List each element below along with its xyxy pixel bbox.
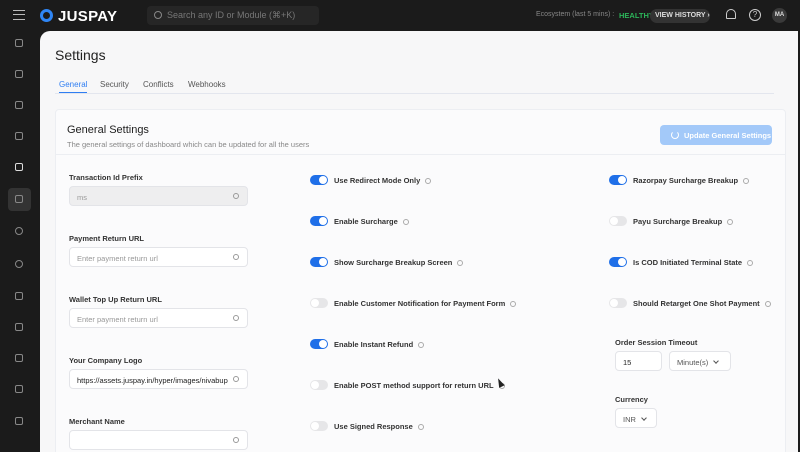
info-icon bbox=[233, 376, 239, 382]
brand-name: JUSPAY bbox=[58, 8, 118, 25]
search-placeholder: Search any ID or Module (⌘+K) bbox=[167, 10, 296, 20]
info-icon bbox=[417, 424, 424, 431]
tab-webhooks[interactable]: Webhooks bbox=[188, 80, 226, 89]
currency-select[interactable]: INR bbox=[615, 408, 657, 428]
bell-icon[interactable] bbox=[726, 9, 736, 19]
toggle-instant-refund[interactable] bbox=[310, 339, 328, 349]
field-label: Wallet Top Up Return URL bbox=[69, 295, 162, 304]
tab-general[interactable]: General bbox=[59, 80, 88, 93]
main-content: Settings General Security Conflicts Webh… bbox=[40, 31, 798, 452]
field-label: Your Company Logo bbox=[69, 356, 143, 365]
company-logo-input[interactable]: https://assets.juspay.in/hyper/images/ni… bbox=[69, 369, 248, 389]
toggle-label: Enable Surcharge bbox=[334, 217, 409, 226]
sidebar-icon[interactable] bbox=[15, 354, 23, 362]
order-session-label: Order Session Timeout bbox=[615, 338, 698, 347]
info-icon bbox=[747, 260, 754, 267]
timeout-unit-select[interactable]: Minute(s) bbox=[669, 351, 731, 371]
sidebar-icon[interactable] bbox=[15, 70, 23, 78]
currency-label: Currency bbox=[615, 395, 648, 404]
sidebar-icon[interactable] bbox=[15, 39, 23, 47]
toggle-payu-surcharge[interactable] bbox=[609, 216, 627, 226]
sidebar-settings-icon[interactable] bbox=[15, 163, 23, 171]
toggle-label: Should Retarget One Shot Payment bbox=[633, 299, 771, 308]
payment-return-url-input[interactable]: Enter payment return url bbox=[69, 247, 248, 267]
info-icon bbox=[425, 178, 432, 185]
info-icon bbox=[418, 342, 425, 349]
info-icon bbox=[402, 219, 409, 226]
order-session-timeout-input[interactable]: 15 bbox=[615, 351, 662, 371]
field-label: Payment Return URL bbox=[69, 234, 145, 243]
input-value: https://assets.juspay.in/hyper/images/ni… bbox=[77, 376, 228, 385]
info-icon bbox=[743, 178, 750, 185]
toggle-label: Is COD Initiated Terminal State bbox=[633, 258, 754, 267]
sidebar bbox=[0, 31, 40, 452]
sidebar-icon[interactable] bbox=[15, 292, 23, 300]
toggle-signed-response[interactable] bbox=[310, 421, 328, 431]
toggle-razorpay-surcharge[interactable] bbox=[609, 175, 627, 185]
juspay-logo-icon bbox=[40, 9, 53, 22]
menu-icon[interactable] bbox=[13, 10, 25, 20]
input-placeholder: Enter payment return url bbox=[77, 315, 158, 324]
toggle-label: Enable POST method support for return UR… bbox=[334, 381, 505, 390]
update-button-label: Update General Settings bbox=[684, 131, 772, 140]
sidebar-icon[interactable] bbox=[15, 260, 23, 268]
sidebar-icon[interactable] bbox=[15, 132, 23, 140]
tab-security[interactable]: Security bbox=[100, 80, 129, 89]
info-icon bbox=[233, 193, 239, 199]
info-icon bbox=[510, 301, 517, 308]
toggle-label: Show Surcharge Breakup Screen bbox=[334, 258, 464, 267]
card-subtitle: The general settings of dashboard which … bbox=[67, 140, 310, 149]
toggle-enable-surcharge[interactable] bbox=[310, 216, 328, 226]
sidebar-icon[interactable] bbox=[15, 385, 23, 393]
toggle-label: Use Redirect Mode Only bbox=[334, 176, 432, 185]
merchant-name-input[interactable] bbox=[69, 430, 248, 450]
search-icon bbox=[154, 11, 162, 19]
sidebar-icon[interactable] bbox=[15, 195, 23, 203]
toggle-retarget-one-shot[interactable] bbox=[609, 298, 627, 308]
input-placeholder: Enter payment return url bbox=[77, 254, 158, 263]
chevron-down-icon bbox=[713, 358, 720, 364]
sidebar-icon[interactable] bbox=[15, 101, 23, 109]
info-icon bbox=[233, 315, 239, 321]
toggle-post-method-return-url[interactable] bbox=[310, 380, 328, 390]
info-icon bbox=[233, 254, 239, 260]
sidebar-icon[interactable] bbox=[15, 417, 23, 425]
avatar[interactable]: MA bbox=[772, 8, 787, 23]
sidebar-icon[interactable] bbox=[15, 323, 23, 331]
toggle-label: Razorpay Surcharge Breakup bbox=[633, 176, 750, 185]
general-settings-card: General Settings The general settings of… bbox=[55, 109, 786, 452]
info-icon bbox=[233, 437, 239, 443]
wallet-top-up-return-url-input[interactable]: Enter payment return url bbox=[69, 308, 248, 328]
info-icon bbox=[764, 301, 771, 308]
field-label: Transaction Id Prefix bbox=[69, 173, 143, 182]
ecosystem-status: HEALTHY bbox=[619, 11, 654, 20]
tabs: General Security Conflicts Webhooks bbox=[55, 79, 774, 94]
toggle-label: Enable Customer Notification for Payment… bbox=[334, 299, 517, 308]
toggle-customer-notification[interactable] bbox=[310, 298, 328, 308]
update-general-settings-button[interactable]: Update General Settings bbox=[660, 125, 772, 145]
refresh-icon bbox=[671, 131, 679, 139]
info-icon bbox=[457, 260, 464, 267]
toggle-label: Use Signed Response bbox=[334, 422, 424, 431]
toggle-label: Payu Surcharge Breakup bbox=[633, 217, 734, 226]
ecosystem-label: Ecosystem (last 5 mins) : bbox=[536, 11, 615, 18]
view-history-button[interactable]: VIEW HISTORY › bbox=[650, 9, 710, 23]
info-icon bbox=[727, 219, 734, 226]
card-title: General Settings bbox=[67, 124, 149, 136]
help-icon[interactable]: ? bbox=[749, 9, 761, 21]
chevron-down-icon bbox=[641, 415, 647, 421]
field-label: Merchant Name bbox=[69, 417, 125, 426]
top-bar: JUSPAY Search any ID or Module (⌘+K) Eco… bbox=[0, 0, 800, 31]
toggle-cod-terminal-state[interactable] bbox=[609, 257, 627, 267]
toggle-label: Enable Instant Refund bbox=[334, 340, 425, 349]
toggle-use-redirect-mode[interactable] bbox=[310, 175, 328, 185]
card-header: General Settings The general settings of… bbox=[56, 110, 785, 155]
tab-conflicts[interactable]: Conflicts bbox=[143, 80, 174, 89]
toggle-show-surcharge-breakup[interactable] bbox=[310, 257, 328, 267]
search-input[interactable]: Search any ID or Module (⌘+K) bbox=[147, 6, 319, 25]
page-title: Settings bbox=[55, 47, 106, 63]
input-value: ms bbox=[77, 193, 87, 202]
sidebar-icon[interactable] bbox=[15, 227, 23, 235]
transaction-id-prefix-input[interactable]: ms bbox=[69, 186, 248, 206]
